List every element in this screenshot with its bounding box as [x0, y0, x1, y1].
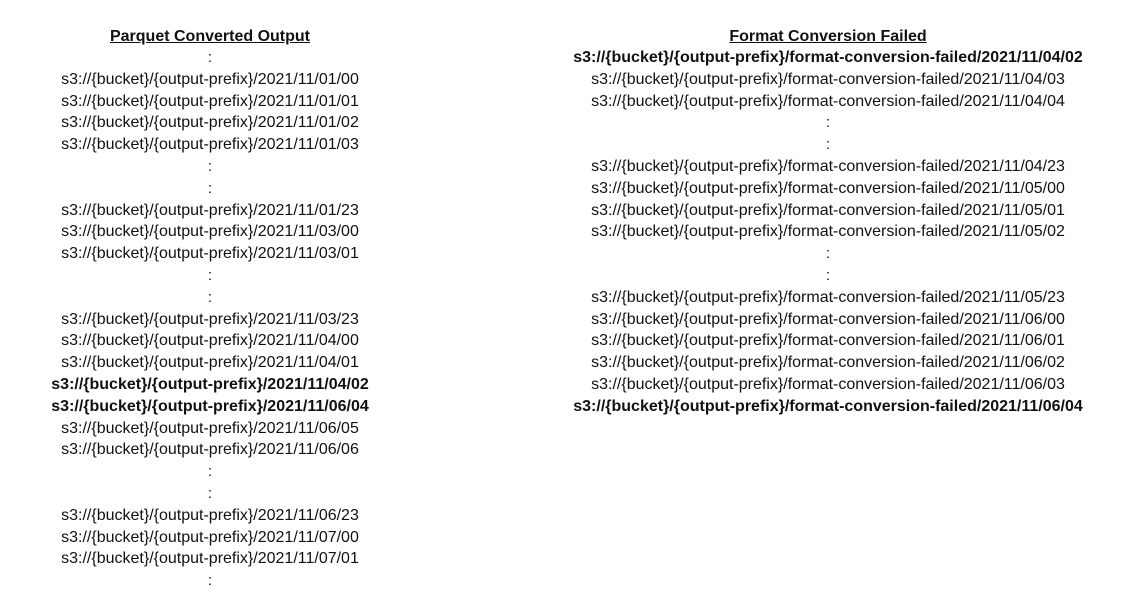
s3-path: s3://{bucket}/{output-prefix}/2021/11/01…	[61, 201, 359, 219]
s3-path: s3://{bucket}/{output-prefix}/2021/11/04…	[61, 354, 359, 372]
ellipsis-marker: :	[207, 484, 213, 502]
s3-path: s3://{bucket}/{output-prefix}/format-con…	[591, 179, 1065, 197]
failed-path-list: s3://{bucket}/{output-prefix}/format-con…	[535, 47, 1121, 418]
s3-path: s3://{bucket}/{output-prefix}/2021/11/06…	[61, 441, 359, 459]
s3-path: s3://{bucket}/{output-prefix}/2021/11/03…	[61, 223, 359, 241]
s3-path: s3://{bucket}/{output-prefix}/format-con…	[573, 49, 1083, 66]
ellipsis-marker: :	[207, 266, 213, 284]
s3-path: s3://{bucket}/{output-prefix}/2021/11/04…	[51, 375, 369, 393]
s3-path: s3://{bucket}/{output-prefix}/2021/11/06…	[61, 506, 359, 524]
format-conversion-failed-column: Format Conversion Failed s3://{bucket}/{…	[535, 26, 1121, 418]
s3-path: s3://{bucket}/{output-prefix}/format-con…	[573, 397, 1083, 415]
s3-path: s3://{bucket}/{output-prefix}/2021/11/06…	[51, 397, 369, 415]
s3-path: s3://{bucket}/{output-prefix}/2021/11/03…	[61, 310, 359, 328]
ellipsis-marker: :	[207, 572, 213, 590]
format-conversion-failed-title: Format Conversion Failed	[729, 28, 927, 45]
ellipsis-marker: :	[207, 288, 213, 306]
s3-path: s3://{bucket}/{output-prefix}/format-con…	[591, 310, 1065, 328]
s3-path: s3://{bucket}/{output-prefix}/2021/11/03…	[61, 245, 359, 263]
s3-path: s3://{bucket}/{output-prefix}/format-con…	[591, 332, 1065, 350]
s3-path: s3://{bucket}/{output-prefix}/format-con…	[591, 223, 1065, 241]
ellipsis-marker: :	[207, 157, 213, 175]
s3-path: s3://{bucket}/{output-prefix}/2021/11/01…	[61, 92, 359, 110]
parquet-converted-output-column: Parquet Converted Output : s3://{bucket}/…	[0, 26, 420, 592]
s3-path: s3://{bucket}/{output-prefix}/format-con…	[591, 92, 1065, 110]
s3-path: s3://{bucket}/{output-prefix}/format-con…	[591, 288, 1065, 306]
s3-path: s3://{bucket}/{output-prefix}/format-con…	[591, 354, 1065, 372]
s3-path: s3://{bucket}/{output-prefix}/2021/11/01…	[61, 136, 359, 154]
s3-path: s3://{bucket}/{output-prefix}/format-con…	[591, 157, 1065, 175]
s3-path: s3://{bucket}/{output-prefix}/2021/11/01…	[61, 70, 359, 88]
s3-path: s3://{bucket}/{output-prefix}/format-con…	[591, 375, 1065, 393]
s3-path: s3://{bucket}/{output-prefix}/2021/11/06…	[61, 419, 359, 437]
parquet-converted-output-title: Parquet Converted Output	[109, 28, 310, 45]
s3-path: s3://{bucket}/{output-prefix}/2021/11/07…	[61, 550, 359, 568]
ellipsis-marker: :	[825, 245, 831, 263]
s3-path: s3://{bucket}/{output-prefix}/2021/11/01…	[61, 114, 359, 132]
s3-path: s3://{bucket}/{output-prefix}/format-con…	[591, 70, 1065, 88]
ellipsis-marker: :	[825, 136, 831, 154]
s3-path: s3://{bucket}/{output-prefix}/2021/11/04…	[61, 332, 359, 350]
ellipsis-marker: :	[825, 114, 831, 132]
s3-path: s3://{bucket}/{output-prefix}/format-con…	[591, 201, 1065, 219]
ellipsis-marker: :	[207, 179, 213, 197]
ellipsis-marker: :	[207, 463, 213, 481]
ellipsis-marker: :	[207, 49, 213, 66]
s3-path: s3://{bucket}/{output-prefix}/2021/11/07…	[61, 528, 359, 546]
ellipsis-marker: :	[825, 266, 831, 284]
parquet-path-list: : s3://{bucket}/{output-prefix}/2021/11/0…	[0, 47, 420, 592]
